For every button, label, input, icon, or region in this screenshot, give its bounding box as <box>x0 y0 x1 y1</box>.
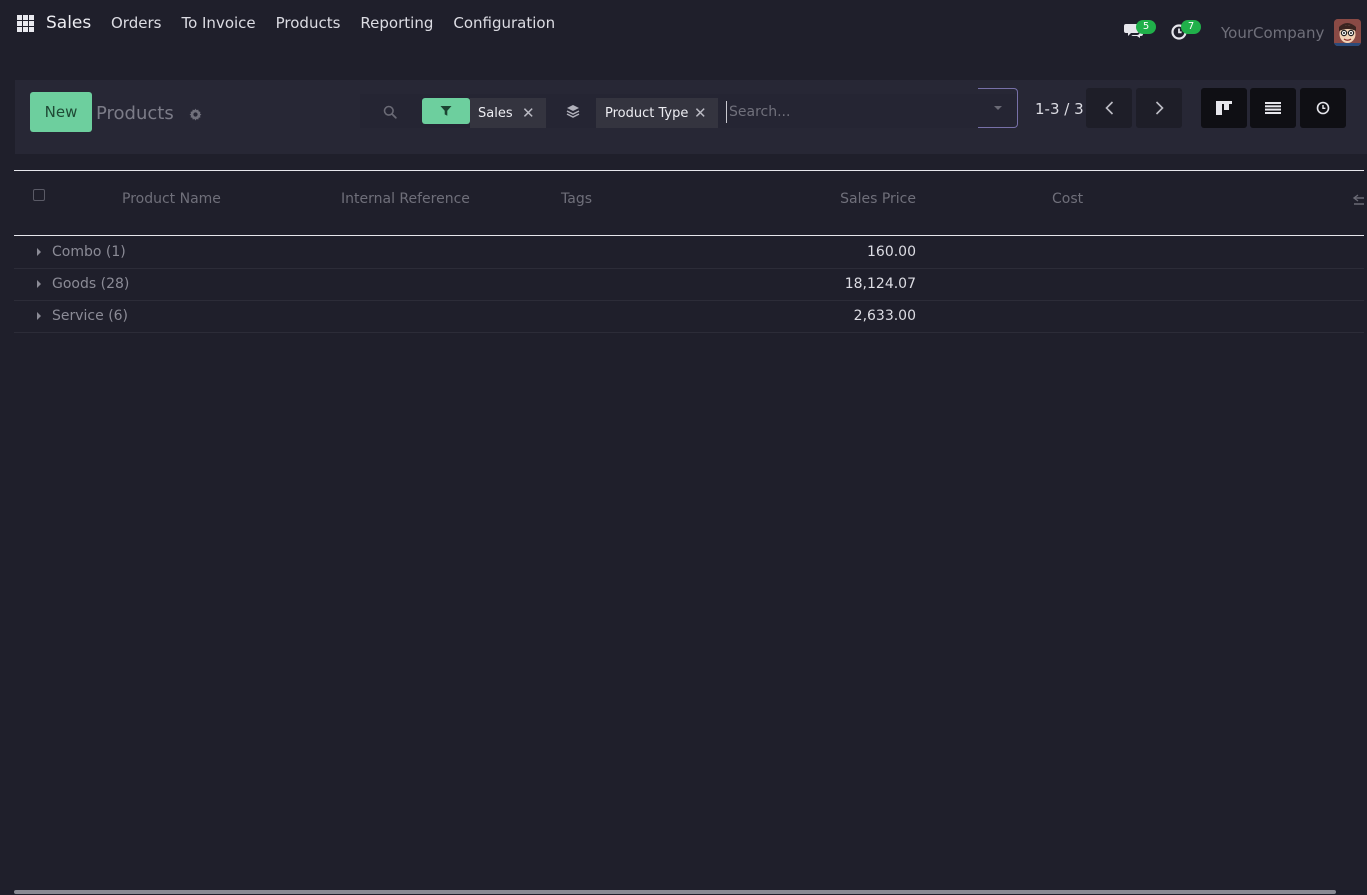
group-name: Service (6) <box>52 308 129 324</box>
list-view: Product Name Internal Reference Tags Sal… <box>14 155 1367 894</box>
group-row-combo[interactable]: Combo (1) 160.00 <box>14 237 1364 269</box>
caret-down-icon <box>993 106 1002 110</box>
optional-columns-toggle-icon[interactable] <box>1352 193 1364 207</box>
chevron-right-icon <box>1155 101 1164 115</box>
group-row-goods[interactable]: Goods (28) 18,124.07 <box>14 269 1364 301</box>
pager-next-button[interactable] <box>1136 88 1182 128</box>
gear-icon[interactable] <box>189 106 202 121</box>
group-sales-price-total: 18,124.07 <box>844 276 916 292</box>
group-name: Combo (1) <box>52 244 126 260</box>
column-header-sales-price[interactable]: Sales Price <box>834 191 916 207</box>
main-menu: Orders To Invoice Products Reporting Con… <box>111 14 575 32</box>
search-bar: Sales ✕ Product Type ✕ <box>360 88 1018 128</box>
kanban-view-button[interactable] <box>1201 88 1247 128</box>
menu-item-orders[interactable]: Orders <box>111 14 161 32</box>
new-button[interactable]: New <box>30 92 92 132</box>
apps-grid-icon[interactable] <box>17 15 34 32</box>
caret-right-icon <box>37 248 41 256</box>
search-input[interactable] <box>726 101 976 123</box>
column-header-internal-reference[interactable]: Internal Reference <box>341 191 470 207</box>
groupby-facet-label: Product Type <box>605 105 689 121</box>
menu-item-to-invoice[interactable]: To Invoice <box>181 14 255 32</box>
list-header: Product Name Internal Reference Tags Sal… <box>14 170 1364 236</box>
menu-item-products[interactable]: Products <box>276 14 341 32</box>
funnel-icon <box>440 106 452 116</box>
filter-facet-label: Sales <box>478 105 513 121</box>
select-all-checkbox[interactable] <box>33 189 45 201</box>
menu-item-configuration[interactable]: Configuration <box>453 14 555 32</box>
groupby-facet-badge <box>558 98 588 124</box>
list-view-button[interactable] <box>1250 88 1296 128</box>
chevron-left-icon <box>1104 101 1113 115</box>
group-sales-price-total: 2,633.00 <box>853 308 916 324</box>
group-name: Goods (28) <box>52 276 130 292</box>
search-options-toggle[interactable] <box>978 88 1018 128</box>
activities-button[interactable]: 7 <box>1170 20 1201 40</box>
remove-groupby-facet-icon[interactable]: ✕ <box>694 104 707 122</box>
activities-badge: 7 <box>1181 20 1201 34</box>
remove-filter-facet-icon[interactable]: ✕ <box>522 104 535 122</box>
list-icon <box>1265 102 1281 114</box>
user-avatar[interactable] <box>1334 19 1361 46</box>
menu-item-reporting[interactable]: Reporting <box>360 14 433 32</box>
groupby-facet-value: Product Type ✕ <box>596 98 718 128</box>
group-row-service[interactable]: Service (6) 2,633.00 <box>14 301 1364 333</box>
app-brand[interactable]: Sales <box>46 13 91 33</box>
column-header-product-name[interactable]: Product Name <box>122 191 221 207</box>
horizontal-scrollbar[interactable] <box>14 890 1336 894</box>
pager-previous-button[interactable] <box>1086 88 1132 128</box>
top-navbar: Sales Orders To Invoice Products Reporti… <box>0 0 1367 65</box>
caret-right-icon <box>37 312 41 320</box>
activity-clock-icon <box>1316 101 1330 115</box>
group-sales-price-total: 160.00 <box>867 244 916 260</box>
user-avatar-face-icon <box>1334 19 1361 46</box>
page-title: Products <box>96 103 174 124</box>
company-switcher[interactable]: YourCompany <box>1221 24 1324 42</box>
caret-right-icon <box>37 280 41 288</box>
messages-badge: 5 <box>1136 20 1156 34</box>
column-header-tags[interactable]: Tags <box>561 191 592 207</box>
control-panel: New Products Sales ✕ Product Type ✕ Sear… <box>15 80 1367 154</box>
activity-view-button[interactable] <box>1300 88 1346 128</box>
column-header-cost[interactable]: Cost <box>1052 191 1083 207</box>
filter-facet-badge <box>422 98 470 124</box>
search-icon[interactable] <box>383 104 397 119</box>
kanban-icon <box>1216 101 1232 115</box>
filter-facet-value: Sales ✕ <box>470 98 546 128</box>
layers-icon <box>566 105 580 118</box>
messages-button[interactable]: 5 <box>1124 20 1156 40</box>
pager-value[interactable]: 1-3 / 3 <box>1035 100 1084 118</box>
